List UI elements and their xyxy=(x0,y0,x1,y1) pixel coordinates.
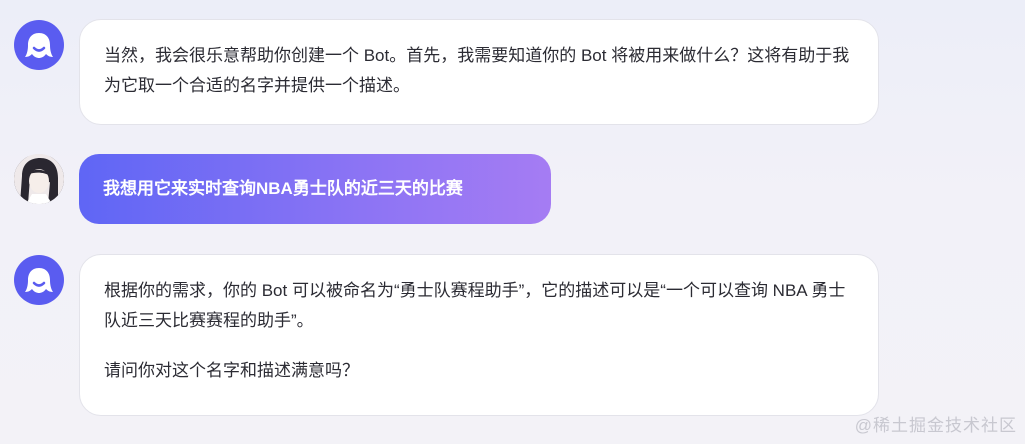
bot-avatar xyxy=(14,20,64,70)
user-avatar-photo xyxy=(14,154,64,204)
bot-message-bubble: 当然，我会很乐意帮助你创建一个 Bot。首先，我需要知道你的 Bot 将被用来做… xyxy=(79,19,879,125)
bot-message-bubble: 根据你的需求，你的 Bot 可以被命名为“勇士队赛程助手”，它的描述可以是“一个… xyxy=(79,254,879,416)
user-avatar xyxy=(14,154,64,204)
bot-message-2: 根据你的需求，你的 Bot 可以被命名为“勇士队赛程助手”，它的描述可以是“一个… xyxy=(0,250,1025,420)
user-message-bubble: 我想用它来实时查询NBA勇士队的近三天的比赛 xyxy=(79,154,551,224)
bot-message-question: 请问你对这个名字和描述满意吗？ xyxy=(104,361,359,380)
bot-ghost-icon xyxy=(25,268,53,293)
watermark: @稀土掘金技术社区 xyxy=(854,416,1017,435)
user-message-text: 我想用它来实时查询NBA勇士队的近三天的比赛 xyxy=(103,179,463,198)
bot-ghost-icon xyxy=(25,33,53,58)
user-message: 我想用它来实时查询NBA勇士队的近三天的比赛 xyxy=(0,140,1025,240)
bot-message-1: 当然，我会很乐意帮助你创建一个 Bot。首先，我需要知道你的 Bot 将被用来做… xyxy=(0,0,1025,130)
bot-message-text: 根据你的需求，你的 Bot 可以被命名为“勇士队赛程助手”，它的描述可以是“一个… xyxy=(104,281,846,330)
bot-avatar xyxy=(14,255,64,305)
bot-message-text: 当然，我会很乐意帮助你创建一个 Bot。首先，我需要知道你的 Bot 将被用来做… xyxy=(104,46,850,95)
